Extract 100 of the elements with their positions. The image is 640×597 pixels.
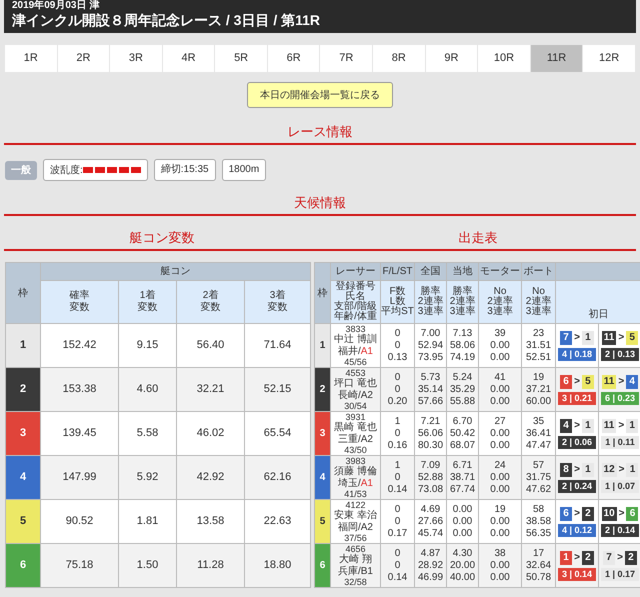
race-tab[interactable]: 7R	[320, 45, 372, 72]
race-title: 津インクル開設８周年記念レース / 3日目 / 第11R	[12, 11, 322, 29]
racer-id: 4656	[345, 544, 366, 554]
racer-name: 安東 幸治	[334, 510, 377, 522]
section-heading: レース情報	[288, 124, 352, 139]
greater-than-sign: >	[618, 376, 624, 387]
distance-tag: 1800m	[222, 159, 266, 181]
frame-number-cell: 4	[6, 456, 40, 500]
volatility-label: 波乱度:	[50, 164, 83, 178]
header-label: 3着	[270, 290, 286, 302]
table-cell: 75.18	[40, 544, 118, 588]
course-start-timing: 2 | 0.06	[558, 436, 596, 448]
course-start-timing: 4 | 0.12	[558, 524, 596, 536]
race-tab[interactable]: 8R	[373, 45, 425, 72]
column-header: 初日	[556, 280, 640, 324]
header-label: 平均ST	[381, 307, 414, 317]
course-start-timing: 2 | 0.24	[558, 480, 596, 492]
racer-grade: A2	[360, 522, 373, 533]
racer-name: 須藤 博倫	[334, 466, 377, 478]
course-start-timing: 3 | 0.21	[558, 392, 596, 404]
race-tab[interactable]: 11R	[530, 45, 582, 72]
course-start-timing: 3 | 0.14	[558, 568, 596, 580]
racer-age-weight: 43/50	[344, 445, 367, 455]
number-badge: 6	[560, 506, 572, 520]
greater-than-sign: >	[574, 508, 580, 519]
course-start-timing: 2 | 0.14	[601, 524, 639, 536]
frame-number-cell: 5	[6, 500, 40, 544]
racer-age-weight: 41/53	[344, 489, 367, 499]
header-label: 変数	[138, 302, 158, 314]
section-heading: 艇コン変数	[130, 230, 194, 245]
header-label: 2着	[202, 290, 218, 302]
racer-grade: A2	[360, 434, 373, 445]
header-label: L数	[390, 297, 406, 307]
header-label: 変数	[200, 302, 220, 314]
racer-id: 4122	[345, 500, 366, 510]
greater-than-sign: >	[574, 464, 580, 475]
frame-number-cell: 2	[314, 368, 330, 412]
column-header: 当地	[446, 262, 478, 280]
frame-number-cell: 6	[314, 544, 330, 588]
header-label: 3連率	[450, 307, 476, 317]
number-badge: 2	[624, 550, 637, 564]
race-tab[interactable]: 12R	[583, 45, 635, 72]
racer-name: 黒崎 竜也	[334, 422, 377, 434]
back-to-venues-button[interactable]: 本日の開催会場一覧に戻る	[247, 82, 393, 108]
table-cell: 38 0.00 0.00	[478, 544, 522, 588]
number-badge: 1	[626, 462, 638, 476]
header-label: 1着	[140, 290, 156, 302]
race-category-tag: 一般	[5, 160, 37, 180]
column-header: 枠	[314, 262, 330, 324]
race-tab[interactable]: 4R	[162, 45, 214, 72]
header-label: 勝率	[420, 287, 440, 297]
column-header: 艇コン	[40, 262, 310, 280]
racer-name: 中辻 博訓	[334, 334, 377, 346]
section-heading: 天候情報	[294, 195, 346, 210]
race-tab[interactable]: 9R	[426, 45, 478, 72]
table-cell: 17 32.64 50.78	[522, 544, 556, 588]
racer-grade: A2	[360, 390, 373, 401]
frame-number-cell: 3	[314, 412, 330, 456]
header-label: 氏名	[346, 292, 366, 302]
number-badge: 1	[560, 550, 572, 564]
racer-branch: 福井/	[338, 346, 361, 357]
race-tab[interactable]: 3R	[110, 45, 162, 72]
racer-grade: A1	[360, 346, 373, 357]
number-badge: 5	[582, 374, 594, 388]
racer-id: 3983	[345, 456, 366, 466]
racer-branch: 三重/	[338, 434, 361, 445]
greater-than-sign: >	[574, 420, 580, 431]
racer-age-weight: 37/56	[344, 533, 367, 543]
race-tab[interactable]: 5R	[215, 45, 267, 72]
number-badge: 4	[560, 418, 572, 432]
course-start-timing: 1 | 0.11	[601, 436, 639, 448]
number-badge: 2	[582, 506, 594, 520]
racer-id: 3833	[345, 324, 366, 334]
racer-age-weight: 32/58	[344, 577, 367, 587]
column-header: 全国	[414, 262, 446, 280]
race-tab[interactable]: 1R	[5, 45, 57, 72]
header-label: 3連率	[487, 307, 513, 317]
racer-name: 大崎 翔	[339, 554, 372, 566]
race-tab[interactable]: 10R	[478, 45, 530, 72]
racer-id: 3931	[345, 412, 366, 422]
deadline-tag: 締切:15:35	[154, 159, 216, 181]
number-badge: 6	[560, 374, 572, 388]
racer-name: 坪口 竜也	[334, 378, 377, 390]
racer-id: 4553	[345, 368, 366, 378]
section-heading: 出走表	[458, 230, 498, 245]
racer-grade: B1	[360, 566, 373, 577]
header-label: 支部/階級	[334, 302, 377, 312]
frame-number-cell: 6	[6, 544, 40, 588]
race-tab[interactable]: 6R	[268, 45, 320, 72]
header-label: No	[494, 287, 506, 297]
racer-branch: 埼玉/	[338, 478, 361, 489]
race-tab[interactable]: 2R	[58, 45, 110, 72]
number-badge: 2	[582, 550, 594, 564]
racer-branch: 長崎/	[338, 390, 361, 401]
frame-number-cell: 2	[6, 368, 40, 412]
column-header: 枠	[6, 262, 40, 324]
number-badge: 6	[626, 506, 638, 520]
frame-number-cell: 1	[314, 324, 330, 368]
course-start-timing: 1 | 0.07	[601, 480, 639, 492]
header-label: 2連率	[418, 297, 444, 307]
